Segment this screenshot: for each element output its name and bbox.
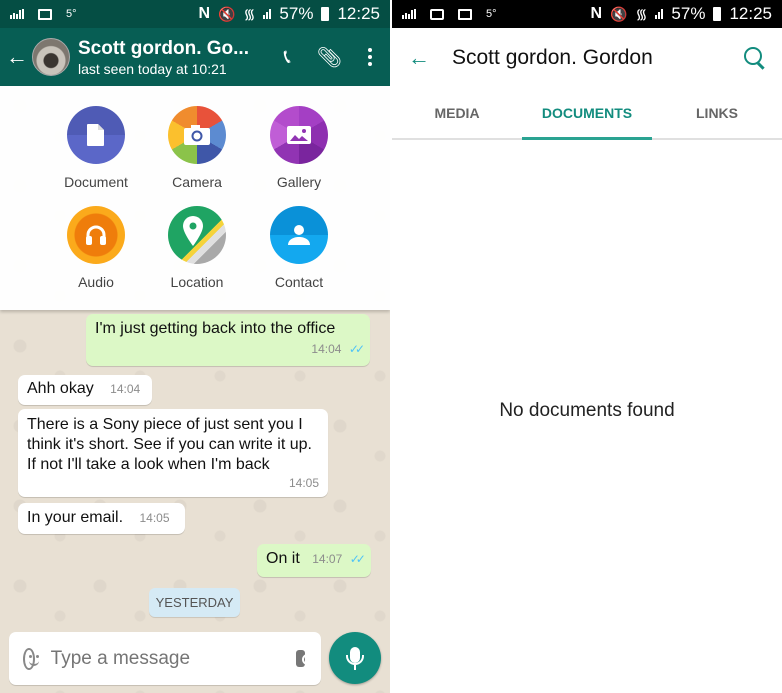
message-bubble-incoming[interactable]: There is a Sony piece of just sent you I…	[18, 409, 328, 497]
back-arrow-icon[interactable]: ←	[6, 44, 28, 70]
gallery-icon	[270, 106, 328, 164]
mute-icon: 🔇	[610, 5, 628, 22]
media-header: ← Scott gordon. Gordon	[392, 28, 782, 88]
attach-label: Camera	[172, 174, 222, 190]
headphones-icon	[67, 206, 125, 264]
contact-name: Scott gordon. Gordon	[452, 46, 653, 69]
media-screen: 5° N 🔇 ᯾ 57% 12:25 ← Scott gordon. Gordo…	[392, 0, 782, 693]
contact-name: Scott gordon. Go...	[78, 37, 249, 59]
person-icon	[270, 206, 328, 264]
message-bubble-incoming[interactable]: In your email. 14:05	[18, 503, 185, 534]
attach-label: Gallery	[276, 174, 322, 190]
read-receipt-icon: ✓✓	[349, 552, 366, 566]
message-input[interactable]	[50, 647, 296, 670]
last-seen: last seen today at 10:21	[78, 60, 227, 77]
nfc-icon: N	[590, 5, 603, 22]
message-bubble-incoming[interactable]: Ahh okay 14:04	[18, 375, 152, 405]
wifi-icon: ᯾	[635, 5, 648, 22]
contact-avatar[interactable]	[32, 38, 70, 76]
temperature: 5°	[66, 8, 77, 20]
cell-signal-icon	[655, 9, 664, 19]
attach-audio-button[interactable]: Audio	[46, 206, 146, 290]
attach-label: Document	[64, 174, 128, 190]
media-tabs: MEDIA DOCUMENTS LINKS	[392, 88, 782, 140]
phone-icon[interactable]: 📞︎	[284, 46, 291, 69]
message-text: I'm just getting back into the office	[95, 320, 336, 337]
status-bar: 5° N 🔇 ᯾ 57% 12:25	[0, 0, 390, 28]
cell-signal-icon	[263, 9, 272, 19]
location-pin-icon	[168, 206, 226, 264]
wifi-icon: ᯾	[243, 5, 256, 22]
message-text: There is a Sony piece of just sent you I…	[27, 416, 312, 473]
signal-bars-icon	[402, 9, 416, 19]
temperature: 5°	[486, 8, 497, 20]
message-time: 14:04	[110, 382, 141, 396]
message-bubble-outgoing[interactable]: I'm just getting back into the office 14…	[86, 314, 370, 366]
tab-documents[interactable]: DOCUMENTS	[522, 88, 652, 140]
status-bar: 5° N 🔇 ᯾ 57% 12:25	[392, 0, 782, 28]
back-arrow-icon[interactable]: ←	[408, 45, 430, 71]
message-text: On it	[266, 550, 300, 567]
camera-icon[interactable]	[295, 650, 314, 667]
clock: 12:25	[729, 4, 772, 23]
camera-icon	[168, 106, 226, 164]
microphone-icon	[346, 647, 364, 670]
clock: 12:25	[337, 4, 380, 23]
voice-record-button[interactable]	[329, 632, 381, 684]
attach-document-button[interactable]: Document	[46, 106, 146, 190]
contact-info[interactable]: Scott gordon. Go... last seen today at 1…	[78, 38, 284, 77]
message-text: In your email.	[27, 509, 124, 526]
tab-links[interactable]: LINKS	[652, 88, 782, 138]
attach-label: Contact	[274, 274, 324, 290]
search-icon[interactable]	[744, 47, 762, 65]
attach-camera-button[interactable]: Camera	[147, 106, 247, 190]
mail-icon	[458, 8, 472, 20]
attach-location-button[interactable]: Location	[147, 206, 247, 290]
attachment-menu: Document Camera Gallery Audio Location C…	[0, 86, 390, 310]
image-icon	[430, 8, 444, 20]
paperclip-icon[interactable]: 📎︎	[317, 45, 342, 70]
emoji-icon[interactable]	[23, 647, 39, 670]
mute-icon: 🔇	[218, 5, 236, 22]
tab-media[interactable]: MEDIA	[392, 88, 522, 138]
chat-screen: 5° N 🔇 ᯾ 57% 12:25 ← Scott gordon. Go...…	[0, 0, 390, 693]
battery-percent: 57%	[671, 4, 706, 23]
nfc-icon: N	[198, 5, 211, 22]
attach-label: Audio	[78, 274, 114, 290]
message-time: 14:07	[312, 552, 343, 566]
attach-gallery-button[interactable]: Gallery	[249, 106, 349, 190]
empty-state-message: No documents found	[499, 400, 675, 421]
message-time: 14:05	[139, 511, 170, 525]
attach-contact-button[interactable]: Contact	[249, 206, 349, 290]
message-bubble-outgoing[interactable]: On it 14:07 ✓✓	[257, 544, 371, 577]
chat-header: ← Scott gordon. Go... last seen today at…	[0, 28, 390, 86]
message-time: 14:04	[311, 342, 342, 356]
battery-percent: 57%	[279, 4, 314, 23]
message-composer	[9, 632, 321, 685]
message-time: 14:05	[288, 476, 319, 490]
more-options-icon[interactable]	[368, 48, 372, 66]
signal-bars-icon	[10, 9, 24, 19]
battery-icon	[713, 7, 722, 21]
date-divider: YESTERDAY	[149, 588, 240, 617]
document-icon	[67, 106, 125, 164]
screenshot-pair: 5° N 🔇 ᯾ 57% 12:25 ← Scott gordon. Go...…	[0, 0, 782, 693]
mail-icon	[38, 8, 52, 20]
battery-icon	[321, 7, 330, 21]
message-text: Ahh okay	[27, 380, 94, 397]
read-receipt-icon: ✓✓	[348, 342, 365, 356]
attach-label: Location	[170, 274, 224, 290]
